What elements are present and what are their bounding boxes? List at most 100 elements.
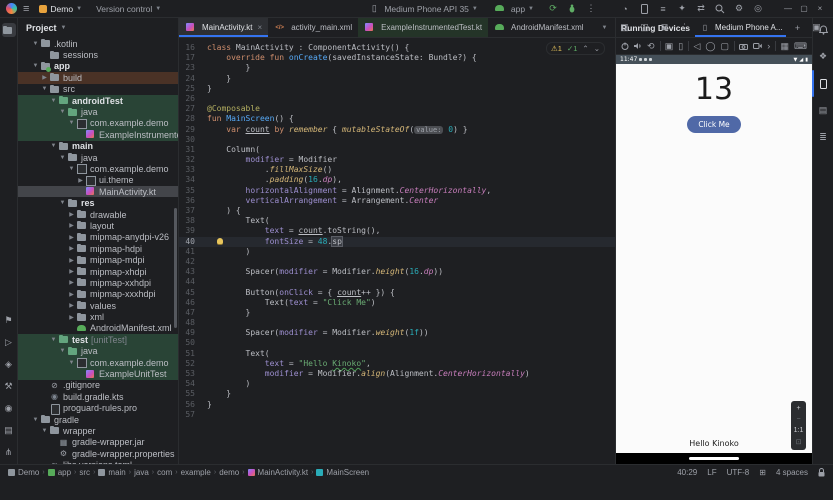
breadcrumb-app[interactable]: app xyxy=(47,468,71,477)
chevron-down-icon[interactable]: ▼ xyxy=(40,428,49,434)
code-line-51[interactable]: 51 Text( xyxy=(179,349,615,359)
device-tab[interactable]: ▯ Medium Phone A... xyxy=(695,18,786,37)
record-icon[interactable] xyxy=(753,43,762,49)
tree-item-build[interactable]: ▶ build xyxy=(18,72,178,84)
tree-item-gradle[interactable]: ▼ gradle xyxy=(18,414,178,425)
tree-item--gitignore[interactable]: ⊘ .gitignore xyxy=(18,380,178,391)
breadcrumb-src[interactable]: src xyxy=(79,468,90,477)
tree-item-app[interactable]: ▼ app xyxy=(18,61,178,72)
code-line-43[interactable]: 43 Spacer(modifier = Modifier.height(16.… xyxy=(179,267,615,277)
breadcrumb-demo[interactable]: demo xyxy=(219,468,239,477)
code-line-41[interactable]: 41 ) xyxy=(179,247,615,257)
code-line-54[interactable]: 54 ) xyxy=(179,379,615,389)
tree-item-androidtest[interactable]: ▼ androidTest xyxy=(18,94,178,107)
chevron-down-icon[interactable]: ▼ xyxy=(31,41,40,47)
code-line-30[interactable]: 30 xyxy=(179,135,615,145)
chevron-down-icon[interactable]: ▼ xyxy=(31,63,40,69)
tree-item-com-example-demo[interactable]: ▼ com.example.demo xyxy=(18,163,178,175)
running-devices-icon[interactable] xyxy=(811,70,831,97)
split-icon[interactable]: ▥ xyxy=(618,22,632,33)
tree-item-drawable[interactable]: ▶ drawable xyxy=(18,209,178,220)
tree-item-ui-theme[interactable]: ▶ ui.theme xyxy=(18,175,178,186)
pull-request-icon[interactable]: ⇄ xyxy=(694,3,708,14)
vcs-selector[interactable]: Version control ▼ xyxy=(92,3,165,15)
kebab-icon[interactable]: ⋮ xyxy=(584,3,598,14)
home-pill[interactable] xyxy=(689,457,739,460)
code-line-45[interactable]: 45 Button(onClick = { count++ }) { xyxy=(179,288,615,298)
tree-item-build-gradle-kts[interactable]: ◉ build.gradle.kts xyxy=(18,391,178,402)
tree-item-com-example-demo[interactable]: ▼ com.example.demo xyxy=(18,356,178,369)
snapshot-icon[interactable]: ▦ xyxy=(780,41,789,52)
tree-item-java[interactable]: ▼ java xyxy=(18,152,178,163)
minimize-icon[interactable]: — xyxy=(781,4,795,13)
tree-item-xml[interactable]: ▶ xml xyxy=(18,311,178,322)
chevron-down-icon[interactable]: ▼ xyxy=(67,360,76,366)
profiler-icon[interactable]: ◔ xyxy=(618,4,632,14)
tree-item-mipmap-anydpi-v26[interactable]: ▶ mipmap-anydpi-v26 xyxy=(18,232,178,243)
terminal-icon[interactable]: ▤ xyxy=(2,423,16,437)
zoom-out-button[interactable]: − xyxy=(796,416,800,423)
fold-icon[interactable]: ▣ xyxy=(665,41,674,52)
overview-icon[interactable]: ▢ xyxy=(720,41,729,52)
code-line-46[interactable]: 46 Text(text = "Click Me") xyxy=(179,298,615,308)
close-icon[interactable]: × xyxy=(258,23,263,32)
rotate-icon[interactable]: ⟲ xyxy=(647,41,655,52)
code-line-24[interactable]: 24 } xyxy=(179,74,615,84)
chevron-right-icon[interactable]: ▶ xyxy=(67,211,76,218)
tab-exampleinstrumentedtest-kt[interactable]: ExampleInstrumentedTest.kt xyxy=(358,18,489,37)
code-line-32[interactable]: 32 modifier = Modifier xyxy=(179,155,615,165)
tab-activity-main-xml[interactable]: </> activity_main.xml xyxy=(268,18,358,37)
tree-item-proguard-rules-pro[interactable]: proguard-rules.pro xyxy=(18,403,178,415)
bookmarks-icon[interactable]: ⚑ xyxy=(2,313,16,327)
chevron-down-icon[interactable]: ▼ xyxy=(67,166,76,172)
code-line-37[interactable]: 37 ) { xyxy=(179,206,615,216)
back-icon[interactable]: ◁ xyxy=(693,41,700,52)
build-variants-icon[interactable]: ◈ xyxy=(2,357,16,371)
code-line-35[interactable]: 35 horizontalAlignment = Alignment.Cente… xyxy=(179,186,615,196)
chevron-down-icon[interactable]: ▼ xyxy=(58,109,67,115)
chevron-right-icon[interactable]: ▶ xyxy=(67,222,76,229)
home-icon[interactable]: ◯ xyxy=(705,41,715,52)
chevron-right-icon[interactable]: ▶ xyxy=(67,245,76,252)
chevron-right-icon[interactable]: ▶ xyxy=(76,177,85,184)
code-line-23[interactable]: 23 } xyxy=(179,63,615,73)
chevron-down-icon[interactable]: ▼ xyxy=(598,25,612,31)
breadcrumb-mainactivity-kt[interactable]: MainActivity.kt xyxy=(247,468,308,477)
code-area[interactable]: 16 class MainActivity : ComponentActivity… xyxy=(179,38,615,464)
tree-item-sessions[interactable]: sessions xyxy=(18,49,178,60)
tree-item-res[interactable]: ▼ res xyxy=(18,197,178,208)
bell-icon[interactable] xyxy=(816,22,831,37)
chevron-down-icon[interactable]: ▼ xyxy=(31,417,40,423)
chevron-right-icon[interactable]: ▶ xyxy=(67,291,76,298)
power-icon[interactable] xyxy=(621,42,629,50)
lock-icon[interactable] xyxy=(818,468,825,477)
code-line-44[interactable]: 44 xyxy=(179,277,615,287)
chevron-down-icon[interactable]: ▼ xyxy=(49,337,58,343)
tree-scrollbar[interactable] xyxy=(174,208,177,328)
project-selector[interactable]: Demo ▼ xyxy=(35,3,86,15)
lightbulb-icon[interactable] xyxy=(217,238,223,245)
tree-item-values[interactable]: ▶ values xyxy=(18,300,178,311)
chevron-right-icon[interactable]: ▶ xyxy=(67,257,76,264)
volume-icon[interactable] xyxy=(634,42,642,50)
device-manager-icon[interactable] xyxy=(637,3,651,14)
cursor-position[interactable]: 40:29 xyxy=(677,468,697,477)
line-ending[interactable]: LF xyxy=(707,468,716,477)
breadcrumb-main[interactable]: main xyxy=(98,468,126,477)
chevron-right-icon[interactable]: › xyxy=(767,41,770,51)
chevron-right-icon[interactable]: ▶ xyxy=(40,74,49,81)
code-line-25[interactable]: 25} xyxy=(179,84,615,94)
project-panel-header[interactable]: Project ▼ xyxy=(18,18,178,38)
breadcrumb-java[interactable]: java xyxy=(134,468,149,477)
code-line-57[interactable]: 57 xyxy=(179,410,615,420)
close-icon[interactable]: × xyxy=(813,4,827,13)
tree-item-mipmap-xxxhdpi[interactable]: ▶ mipmap-xxxhdpi xyxy=(18,289,178,300)
build-tool-icon[interactable]: ⚒ xyxy=(2,379,16,393)
device-selector[interactable]: ▯ Medium Phone API 35 ▼ xyxy=(363,2,482,15)
code-line-49[interactable]: 49 Spacer(modifier = Modifier.weight(1f)… xyxy=(179,328,615,338)
tree-item-mainactivity-kt[interactable]: MainActivity.kt xyxy=(18,186,178,198)
chevron-down-icon[interactable]: ▼ xyxy=(40,86,49,92)
tree-item-androidmanifest-xml[interactable]: AndroidManifest.xml xyxy=(18,323,178,334)
chevron-right-icon[interactable]: ▶ xyxy=(67,302,76,309)
fit-screen-icon[interactable]: ⊡ xyxy=(796,438,802,446)
